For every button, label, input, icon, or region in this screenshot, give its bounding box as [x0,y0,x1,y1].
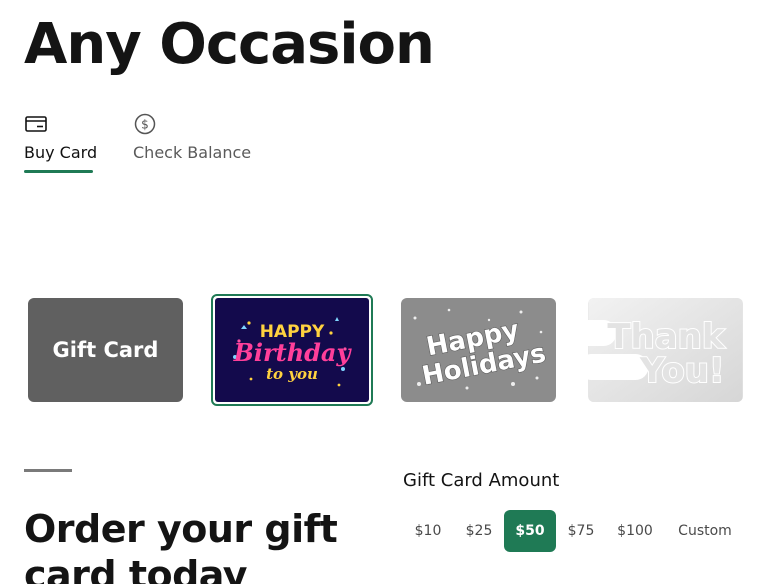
amount-option-10[interactable]: $10 [403,510,453,552]
card-design-picker: Gift Card HAPPY Birthday to you Happy Ho… [0,290,770,410]
thank-you-card-graphic: Thank You! [588,298,743,402]
tab-check-balance[interactable]: $ Check Balance [133,110,253,174]
svg-text:$: $ [141,118,149,132]
birthday-line-2: Birthday [233,338,353,367]
amount-option-50[interactable]: $50 [504,510,556,552]
amount-option-25[interactable]: $25 [455,510,503,552]
thank-you-line-2: You! [639,351,725,391]
active-tab-indicator [24,170,93,173]
credit-card-icon [25,116,47,132]
birthday-card-graphic: HAPPY Birthday to you [233,317,353,387]
tab-buy-card[interactable]: Buy Card [24,110,97,174]
birthday-line-3: to you [266,365,318,383]
holidays-card-graphic: Happy Holidays [413,308,549,392]
birthday-card-art: HAPPY Birthday to you [215,298,369,402]
order-heading: Order your gift card today [24,507,338,584]
purchase-tabs: Buy Card $ Check Balance [24,110,284,176]
dollar-circle-icon: $ [134,113,156,135]
amount-option-75[interactable]: $75 [558,510,604,552]
card-design-gift-card[interactable]: Gift Card [28,298,183,402]
tab-check-balance-label: Check Balance [133,143,252,162]
card-design-holidays[interactable]: Happy Holidays [401,298,556,402]
amount-option-100[interactable]: $100 [606,510,664,552]
card-design-label: Gift Card [52,338,159,362]
card-design-thank-you[interactable]: Thank You! [588,298,743,402]
card-design-birthday[interactable]: HAPPY Birthday to you [211,294,373,406]
amount-option-custom[interactable]: Custom [667,510,743,552]
section-divider [24,469,72,472]
page-title: Any Occasion [24,12,435,77]
tab-buy-card-label: Buy Card [24,143,98,162]
amount-label: Gift Card Amount [403,470,560,491]
